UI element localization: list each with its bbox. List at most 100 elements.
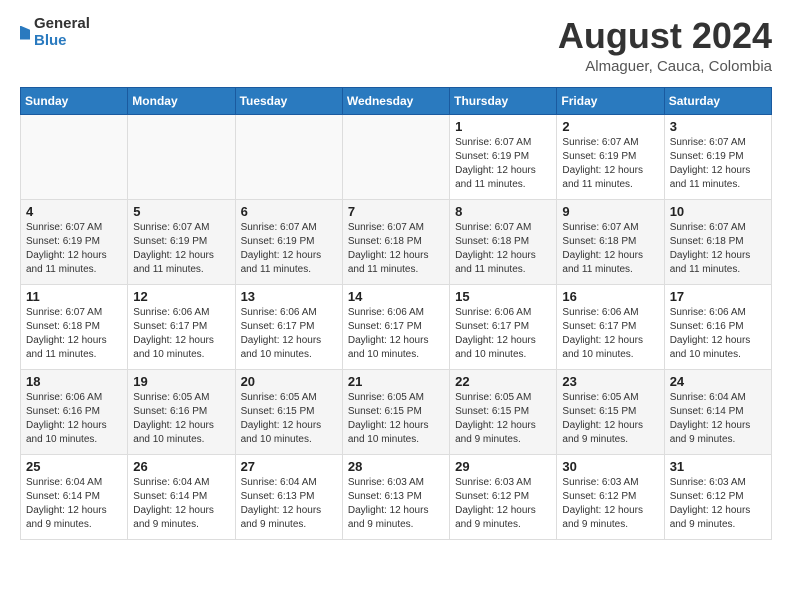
calendar-body: 1 Sunrise: 6:07 AM Sunset: 6:19 PM Daylig… (21, 114, 772, 539)
calendar-day-cell: 6 Sunrise: 6:07 AM Sunset: 6:19 PM Daylig… (235, 199, 342, 284)
day-number: 24 (670, 374, 766, 389)
calendar-day-cell: 17 Sunrise: 6:06 AM Sunset: 6:16 PM Dayli… (664, 284, 771, 369)
day-info: Sunrise: 6:06 AM Sunset: 6:16 PM Dayligh… (670, 306, 766, 362)
day-number: 19 (133, 374, 229, 389)
calendar-day-cell: 26Sunrise: 6:04 AM Sunset: 6:14 PM Dayli… (128, 454, 235, 539)
day-number: 27 (241, 459, 337, 474)
day-number: 8 (455, 204, 551, 219)
calendar-day-cell: 4 Sunrise: 6:07 AM Sunset: 6:19 PM Daylig… (21, 199, 128, 284)
day-info: Sunrise: 6:07 AM Sunset: 6:18 PM Dayligh… (562, 221, 658, 277)
day-number: 15 (455, 289, 551, 304)
day-number: 30 (562, 459, 658, 474)
calendar-day-cell: 20 Sunrise: 6:05 AM Sunset: 6:15 PM Dayli… (235, 369, 342, 454)
day-of-week-header: Sunday (21, 87, 128, 114)
day-info: Sunrise: 6:07 AM Sunset: 6:19 PM Dayligh… (455, 136, 551, 192)
calendar-day-cell: 3 Sunrise: 6:07 AM Sunset: 6:19 PM Daylig… (664, 114, 771, 199)
day-number: 21 (348, 374, 444, 389)
day-info: Sunrise: 6:04 AM Sunset: 6:13 PM Dayligh… (241, 476, 337, 532)
calendar-day-cell: 14 Sunrise: 6:06 AM Sunset: 6:17 PM Dayli… (342, 284, 449, 369)
day-info: Sunrise: 6:06 AM Sunset: 6:17 PM Dayligh… (241, 306, 337, 362)
day-number: 2 (562, 119, 658, 134)
calendar-day-cell: 10 Sunrise: 6:07 AM Sunset: 6:18 PM Dayli… (664, 199, 771, 284)
day-info: Sunrise: 6:05 AM Sunset: 6:15 PM Dayligh… (455, 391, 551, 447)
calendar-week-row: 11Sunrise: 6:07 AM Sunset: 6:18 PM Dayli… (21, 284, 772, 369)
logo: General Blue (20, 16, 90, 49)
day-number: 6 (241, 204, 337, 219)
calendar-day-cell: 1 Sunrise: 6:07 AM Sunset: 6:19 PM Daylig… (450, 114, 557, 199)
calendar-day-cell: 2Sunrise: 6:07 AM Sunset: 6:19 PM Daylig… (557, 114, 664, 199)
day-number: 23 (562, 374, 658, 389)
calendar-day-cell: 9Sunrise: 6:07 AM Sunset: 6:18 PM Daylig… (557, 199, 664, 284)
calendar-week-row: 25 Sunrise: 6:04 AM Sunset: 6:14 PM Dayli… (21, 454, 772, 539)
day-of-week-header: Thursday (450, 87, 557, 114)
day-of-week-header: Saturday (664, 87, 771, 114)
day-info: Sunrise: 6:07 AM Sunset: 6:19 PM Dayligh… (133, 221, 229, 277)
day-info: Sunrise: 6:05 AM Sunset: 6:15 PM Dayligh… (348, 391, 444, 447)
calendar-day-cell: 23 Sunrise: 6:05 AM Sunset: 6:15 PM Dayli… (557, 369, 664, 454)
day-number: 14 (348, 289, 444, 304)
calendar-day-cell: 30 Sunrise: 6:03 AM Sunset: 6:12 PM Dayli… (557, 454, 664, 539)
calendar-table: SundayMondayTuesdayWednesdayThursdayFrid… (20, 87, 772, 540)
calendar-day-cell: 22 Sunrise: 6:05 AM Sunset: 6:15 PM Dayli… (450, 369, 557, 454)
calendar-day-cell: 18 Sunrise: 6:06 AM Sunset: 6:16 PM Dayli… (21, 369, 128, 454)
page: General Blue August 2024 Almaguer, Cauca… (0, 0, 792, 556)
header: General Blue August 2024 Almaguer, Cauca… (20, 16, 772, 75)
day-info: Sunrise: 6:03 AM Sunset: 6:12 PM Dayligh… (455, 476, 551, 532)
logo-icon-shape (20, 26, 30, 40)
day-info: Sunrise: 6:04 AM Sunset: 6:14 PM Dayligh… (133, 476, 229, 532)
day-info: Sunrise: 6:06 AM Sunset: 6:16 PM Dayligh… (26, 391, 122, 447)
day-info: Sunrise: 6:07 AM Sunset: 6:19 PM Dayligh… (241, 221, 337, 277)
calendar-day-cell: 24 Sunrise: 6:04 AM Sunset: 6:14 PM Dayli… (664, 369, 771, 454)
calendar-day-cell: 7Sunrise: 6:07 AM Sunset: 6:18 PM Daylig… (342, 199, 449, 284)
day-number: 3 (670, 119, 766, 134)
day-info: Sunrise: 6:03 AM Sunset: 6:12 PM Dayligh… (670, 476, 766, 532)
calendar-day-cell: 25Sunrise: 6:04 AM Sunset: 6:14 PM Dayli… (21, 454, 128, 539)
day-number: 5 (133, 204, 229, 219)
day-info: Sunrise: 6:05 AM Sunset: 6:15 PM Dayligh… (241, 391, 337, 447)
day-info: Sunrise: 6:07 AM Sunset: 6:19 PM Dayligh… (670, 136, 766, 192)
day-number: 29 (455, 459, 551, 474)
calendar-day-cell: 11Sunrise: 6:07 AM Sunset: 6:18 PM Dayli… (21, 284, 128, 369)
day-info: Sunrise: 6:07 AM Sunset: 6:18 PM Dayligh… (455, 221, 551, 277)
title-block: August 2024 Almaguer, Cauca, Colombia (558, 16, 772, 75)
calendar-day-cell: 8 Sunrise: 6:07 AM Sunset: 6:18 PM Daylig… (450, 199, 557, 284)
day-number: 16 (562, 289, 658, 304)
day-of-week-header: Monday (128, 87, 235, 114)
month-year: August 2024 (558, 16, 772, 56)
day-of-week-header: Wednesday (342, 87, 449, 114)
calendar-week-row: 1 Sunrise: 6:07 AM Sunset: 6:19 PM Daylig… (21, 114, 772, 199)
day-number: 11 (26, 289, 122, 304)
day-number: 22 (455, 374, 551, 389)
day-number: 18 (26, 374, 122, 389)
calendar-header-row: SundayMondayTuesdayWednesdayThursdayFrid… (21, 87, 772, 114)
logo-container: General Blue (20, 16, 90, 49)
day-info: Sunrise: 6:03 AM Sunset: 6:12 PM Dayligh… (562, 476, 658, 532)
calendar-day-cell: 19Sunrise: 6:05 AM Sunset: 6:16 PM Dayli… (128, 369, 235, 454)
calendar-day-cell: 12Sunrise: 6:06 AM Sunset: 6:17 PM Dayli… (128, 284, 235, 369)
day-number: 20 (241, 374, 337, 389)
day-of-week-header: Friday (557, 87, 664, 114)
logo-text: General Blue (34, 16, 90, 49)
calendar-day-cell: 16Sunrise: 6:06 AM Sunset: 6:17 PM Dayli… (557, 284, 664, 369)
day-info: Sunrise: 6:04 AM Sunset: 6:14 PM Dayligh… (670, 391, 766, 447)
day-number: 1 (455, 119, 551, 134)
day-info: Sunrise: 6:07 AM Sunset: 6:18 PM Dayligh… (348, 221, 444, 277)
day-info: Sunrise: 6:06 AM Sunset: 6:17 PM Dayligh… (348, 306, 444, 362)
day-info: Sunrise: 6:05 AM Sunset: 6:15 PM Dayligh… (562, 391, 658, 447)
calendar-week-row: 18 Sunrise: 6:06 AM Sunset: 6:16 PM Dayli… (21, 369, 772, 454)
day-info: Sunrise: 6:07 AM Sunset: 6:18 PM Dayligh… (670, 221, 766, 277)
day-number: 28 (348, 459, 444, 474)
day-info: Sunrise: 6:03 AM Sunset: 6:13 PM Dayligh… (348, 476, 444, 532)
calendar-day-cell (342, 114, 449, 199)
day-of-week-header: Tuesday (235, 87, 342, 114)
day-info: Sunrise: 6:06 AM Sunset: 6:17 PM Dayligh… (455, 306, 551, 362)
day-info: Sunrise: 6:07 AM Sunset: 6:19 PM Dayligh… (26, 221, 122, 277)
calendar-day-cell (128, 114, 235, 199)
calendar-day-cell: 5 Sunrise: 6:07 AM Sunset: 6:19 PM Daylig… (128, 199, 235, 284)
calendar-day-cell: 13Sunrise: 6:06 AM Sunset: 6:17 PM Dayli… (235, 284, 342, 369)
day-number: 12 (133, 289, 229, 304)
day-number: 4 (26, 204, 122, 219)
day-number: 17 (670, 289, 766, 304)
day-number: 10 (670, 204, 766, 219)
day-number: 25 (26, 459, 122, 474)
